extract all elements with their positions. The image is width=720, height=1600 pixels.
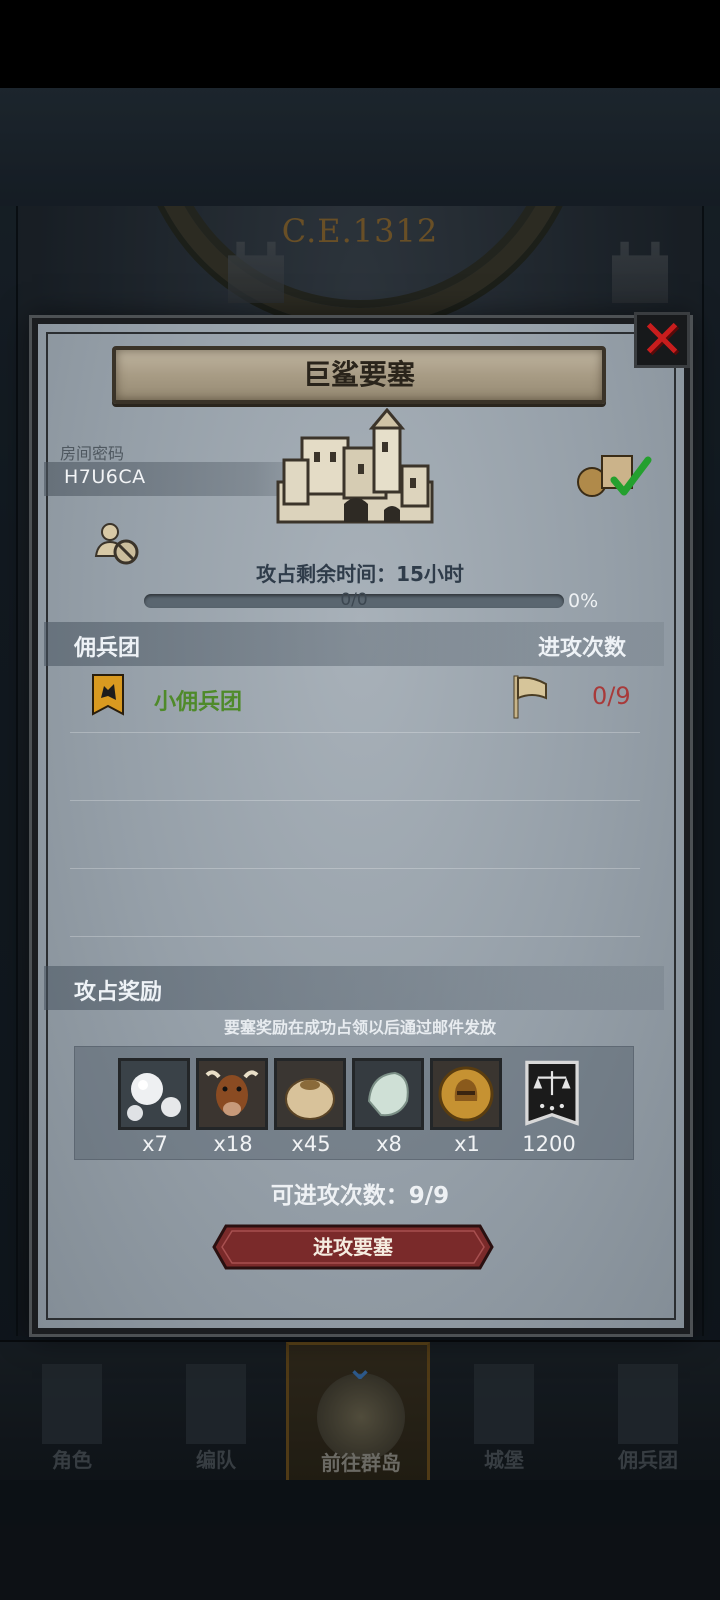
reward-quantity: x7 bbox=[142, 1132, 168, 1156]
row-divider bbox=[70, 936, 640, 937]
gemstone-icon[interactable] bbox=[352, 1058, 424, 1130]
cattle-icon[interactable] bbox=[196, 1058, 268, 1130]
flag-icon bbox=[512, 674, 548, 720]
knight-medal-icon[interactable] bbox=[430, 1058, 502, 1130]
room-code[interactable]: H7U6CA bbox=[64, 466, 146, 488]
mercenary-header: 佣兵团 bbox=[74, 636, 141, 661]
row-divider bbox=[70, 868, 640, 869]
reward-quantity: x1 bbox=[454, 1132, 480, 1156]
status-bar bbox=[0, 0, 720, 88]
progress-text: 0/0 bbox=[340, 590, 368, 610]
rewards-note: 要塞奖励在成功占领以后通过邮件发放 bbox=[223, 1018, 496, 1037]
close-button[interactable]: ✕ bbox=[634, 312, 690, 368]
wolf-banner-icon bbox=[92, 674, 124, 720]
dialog-title: 巨鲨要塞 bbox=[302, 358, 415, 391]
rewards-header: 攻占奖励 bbox=[74, 980, 163, 1005]
mercenary-name[interactable]: 小佣兵团 bbox=[154, 684, 242, 716]
attack-button-label: 进攻要塞 bbox=[313, 1235, 393, 1259]
reward-quantity: 1200 bbox=[522, 1132, 576, 1156]
reward-quantity: x45 bbox=[291, 1132, 331, 1156]
castle-icon bbox=[274, 407, 436, 526]
no-visitors-icon[interactable] bbox=[94, 520, 142, 568]
row-divider bbox=[70, 800, 640, 801]
progress-percent: 0% bbox=[568, 590, 599, 612]
row-divider bbox=[70, 732, 640, 733]
title-banner: 巨鲨要塞 bbox=[112, 346, 606, 404]
room-password-label: 房间密码 bbox=[60, 444, 125, 463]
attack-fortress-button[interactable]: 进攻要塞 bbox=[212, 1222, 494, 1272]
reward-quantity: x18 bbox=[213, 1132, 253, 1156]
attack-count: 0/9 bbox=[592, 682, 631, 710]
reward-quantity: x8 bbox=[376, 1132, 402, 1156]
close-icon: ✕ bbox=[640, 310, 684, 370]
grain-sack-icon[interactable] bbox=[274, 1058, 346, 1130]
supply-checked-icon[interactable] bbox=[574, 450, 652, 500]
justice-banner-icon[interactable] bbox=[516, 1058, 588, 1130]
pearls-icon[interactable] bbox=[118, 1058, 190, 1130]
attack-count-header: 进攻次数 bbox=[538, 636, 627, 661]
capture-timer: 攻占剩余时间：15小时 bbox=[256, 562, 464, 586]
remaining-attempts: 可进攻次数：9/9 bbox=[270, 1183, 450, 1209]
